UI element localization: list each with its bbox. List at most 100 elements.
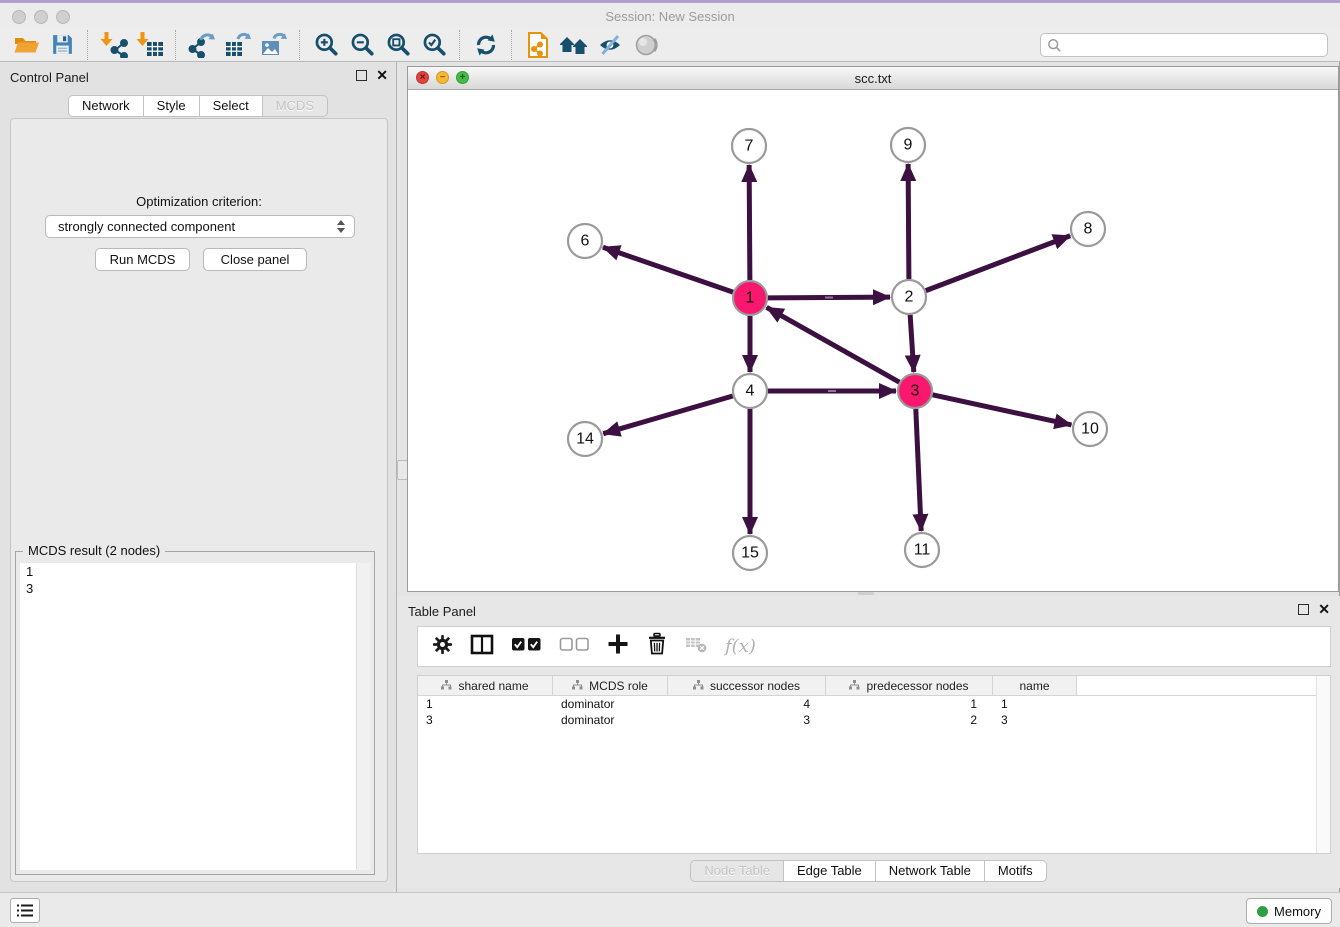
column-type-icon (693, 679, 704, 693)
status-bar: Memory (0, 892, 1340, 927)
export-image-icon[interactable] (256, 30, 292, 60)
optimization-criterion-label: Optimization criterion: (11, 194, 387, 209)
close-panel-button[interactable]: Close panel (203, 248, 307, 271)
column-header-MCDS-role[interactable]: MCDS role (553, 676, 668, 695)
graph-node-label: 11 (914, 542, 931, 559)
add-column-plus-icon[interactable] (607, 633, 629, 660)
graph-node-label: 8 (1084, 221, 1093, 238)
column-header-successor-nodes[interactable]: successor nodes (668, 676, 826, 695)
network-window-titlebar[interactable]: × − + scc.txt (408, 67, 1338, 90)
column-header-name[interactable]: name (993, 676, 1077, 695)
close-panel-icon[interactable]: ✕ (376, 69, 388, 81)
horizontal-splitter-handle[interactable] (858, 592, 874, 595)
delete-trash-icon[interactable] (646, 632, 668, 661)
graph-edge-1-7[interactable] (749, 165, 750, 280)
zoom-in-icon[interactable] (308, 30, 344, 60)
run-mcds-button[interactable]: Run MCDS (95, 248, 190, 271)
control-panel-title: Control Panel (10, 70, 89, 85)
graph-node-label: 9 (904, 137, 913, 154)
toolbar-separator (511, 30, 513, 60)
column-header-predecessor-nodes[interactable]: predecessor nodes (826, 676, 993, 695)
network-canvas[interactable]: 7968124314101511 (408, 89, 1338, 591)
toolbar-separator (87, 30, 89, 60)
table-panel-tabs: Node TableEdge TableNetwork TableMotifs (397, 860, 1340, 882)
list-icon (17, 904, 33, 917)
memory-status-icon (1257, 906, 1268, 917)
tab-network-table[interactable]: Network Table (875, 860, 985, 882)
float-table-panel-icon[interactable] (1298, 604, 1309, 615)
save-session-icon[interactable] (44, 30, 80, 60)
settings-gear-icon[interactable] (432, 634, 453, 660)
graph-edge-3-11[interactable] (916, 409, 921, 531)
tab-edge-table[interactable]: Edge Table (783, 860, 876, 882)
birdseye-view-icon[interactable] (628, 30, 664, 60)
toolbar-separator (459, 30, 461, 60)
select-all-checks-icon[interactable] (511, 637, 542, 657)
graph-edge-2-3[interactable] (910, 315, 914, 372)
node-table-rows: 1dominator4113dominator323 (418, 696, 1330, 728)
graph-edge-1-6[interactable] (603, 247, 733, 292)
edge-label-mark (825, 297, 833, 299)
graph-node-label: 4 (746, 383, 755, 400)
open-file-icon[interactable] (8, 30, 44, 60)
clone-network-icon[interactable] (520, 30, 556, 60)
column-type-icon (572, 679, 583, 693)
graph-edge-3-10[interactable] (933, 395, 1072, 425)
tab-node-table[interactable]: Node Table (690, 860, 784, 882)
dropdown-stepper-icon (337, 220, 345, 233)
zoom-selected-icon[interactable] (416, 30, 452, 60)
tab-style[interactable]: Style (143, 95, 200, 117)
tab-mcds[interactable]: MCDS (262, 95, 328, 117)
tab-select[interactable]: Select (199, 95, 263, 117)
refresh-layout-icon[interactable] (468, 30, 504, 60)
tab-motifs[interactable]: Motifs (984, 860, 1047, 882)
export-table-icon[interactable] (220, 30, 256, 60)
column-type-icon (441, 679, 452, 693)
table-toolbar: f(x) (417, 626, 1331, 667)
zoom-fit-icon[interactable] (380, 30, 416, 60)
criterion-dropdown[interactable]: strongly connected component (45, 215, 355, 238)
graph-edge-2-8[interactable] (926, 236, 1070, 291)
column-visibility-icon[interactable] (470, 634, 494, 660)
zoom-out-icon[interactable] (344, 30, 380, 60)
main-toolbar (0, 28, 1340, 62)
graph-edge-4-14[interactable] (603, 396, 732, 434)
import-network-icon[interactable] (96, 30, 132, 60)
result-scrollbar[interactable] (356, 563, 370, 870)
show-all-homes-icon[interactable] (556, 30, 592, 60)
mcds-result-title: MCDS result (2 nodes) (23, 543, 165, 558)
close-table-panel-icon[interactable]: ✕ (1318, 603, 1330, 615)
graph-edge-2-9[interactable] (908, 164, 909, 279)
node-table-header: shared nameMCDS rolesuccessor nodesprede… (418, 676, 1330, 696)
application-window: Session: New Session (0, 0, 1340, 926)
column-header-shared-name[interactable]: shared name (418, 676, 553, 695)
edge-label-mark (828, 390, 836, 392)
table-row[interactable]: 3dominator323 (418, 712, 1330, 728)
memory-label: Memory (1274, 904, 1321, 919)
graph-node-label: 10 (1081, 421, 1099, 438)
graph-node-label: 6 (581, 233, 590, 250)
hide-eye-icon[interactable] (592, 30, 628, 60)
table-scrollbar[interactable] (1316, 676, 1330, 853)
search-icon (1047, 38, 1062, 53)
graph-node-label: 14 (576, 431, 594, 448)
deselect-all-checks-icon[interactable] (559, 637, 590, 657)
export-network-icon[interactable] (184, 30, 220, 60)
search-input[interactable] (1040, 33, 1328, 57)
table-panel: Table Panel ✕ (397, 596, 1340, 888)
graph-edge-3-1[interactable] (767, 307, 900, 382)
table-panel-title: Table Panel (408, 604, 476, 619)
search-field (1040, 33, 1328, 57)
graph-node-label: 15 (741, 545, 759, 562)
mcds-result-list[interactable]: 13 (20, 563, 357, 870)
import-table-icon[interactable] (132, 30, 168, 60)
result-line: 3 (20, 580, 357, 597)
tab-network[interactable]: Network (68, 95, 144, 117)
float-panel-icon[interactable] (356, 70, 367, 81)
memory-button[interactable]: Memory (1246, 898, 1332, 924)
window-title: Session: New Session (0, 9, 1340, 24)
task-history-button[interactable] (10, 898, 40, 923)
table-row[interactable]: 1dominator411 (418, 696, 1330, 712)
graph-node-label: 2 (905, 289, 914, 306)
graph-node-label: 1 (746, 290, 755, 307)
